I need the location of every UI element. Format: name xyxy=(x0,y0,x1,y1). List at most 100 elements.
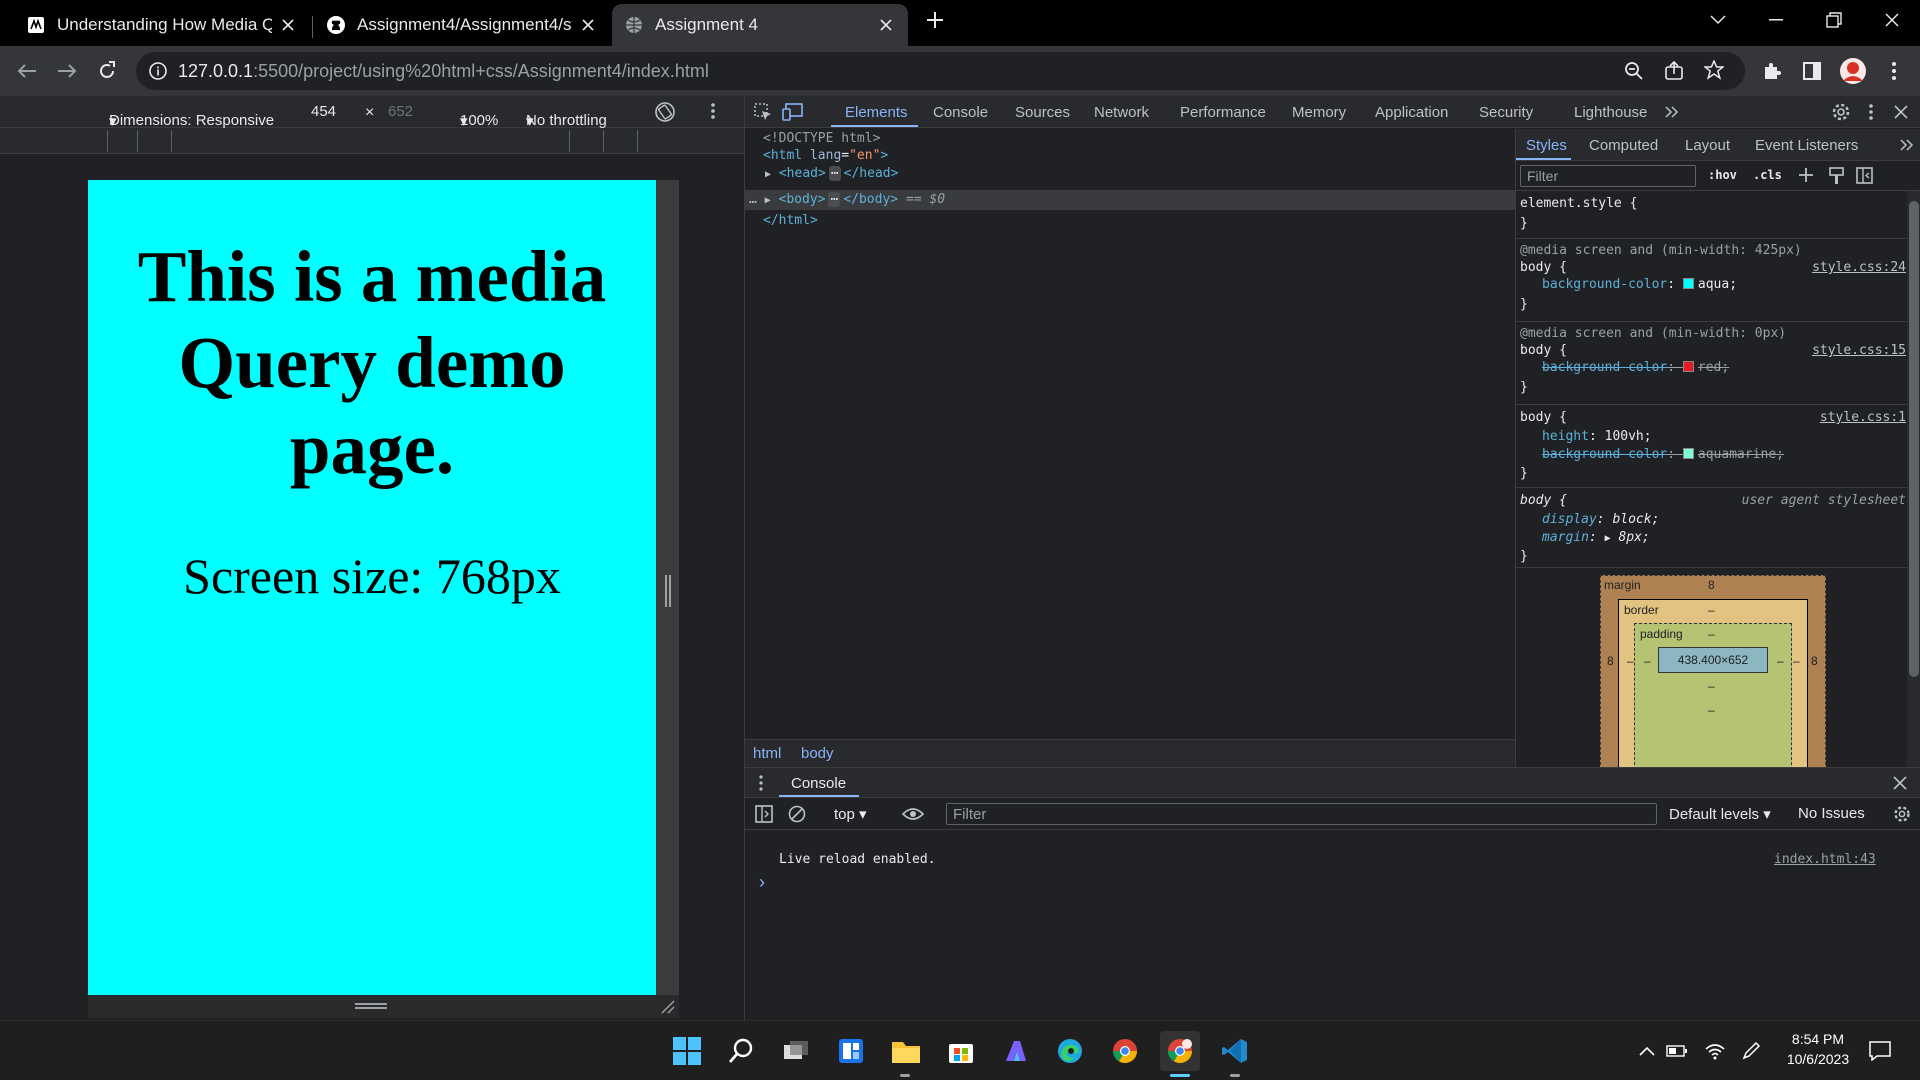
tab-lighthouse[interactable]: Lighthouse xyxy=(1574,104,1647,121)
tab-styles[interactable]: Styles xyxy=(1526,137,1567,154)
declaration-background-color-overridden[interactable]: background-color: aquamarine; xyxy=(1542,447,1784,462)
devtools-menu-icon[interactable] xyxy=(1860,101,1882,123)
console-filter-input[interactable]: Filter xyxy=(946,803,1657,825)
color-swatch[interactable] xyxy=(1682,361,1694,372)
tab-github[interactable]: Assignment4/Assignment4/style.css xyxy=(314,4,610,46)
tab-assignment-4[interactable]: Assignment 4 xyxy=(612,4,908,46)
close-drawer-icon[interactable] xyxy=(1893,776,1907,790)
more-tabs-chevron-icon[interactable] xyxy=(1661,101,1683,123)
close-icon[interactable] xyxy=(578,15,598,35)
forward-button[interactable] xyxy=(51,55,83,87)
styles-filter-input[interactable]: Filter xyxy=(1520,165,1696,187)
breadcrumb-html[interactable]: html xyxy=(753,745,781,762)
tab-application[interactable]: Application xyxy=(1375,104,1448,121)
show-hidden-icons-chevron-icon[interactable] xyxy=(1634,1031,1660,1071)
device-toggle-icon[interactable] xyxy=(782,101,804,123)
rule-user-agent-body[interactable]: body { user agent stylesheet display: bl… xyxy=(1516,488,1912,568)
tab-media-queries[interactable]: Understanding How Media Queries xyxy=(14,4,310,46)
declaration-display[interactable]: display: block; xyxy=(1542,512,1659,527)
live-expression-eye-icon[interactable] xyxy=(902,806,924,822)
avatar[interactable] xyxy=(1837,55,1869,87)
resize-handle-bottom[interactable] xyxy=(88,995,679,1018)
tab-sources[interactable]: Sources xyxy=(1015,104,1070,121)
declaration-margin[interactable]: margin: ▶ 8px; xyxy=(1542,530,1650,545)
share-icon[interactable] xyxy=(1664,61,1684,81)
rule-body[interactable]: body { style.css:1 height: 100vh; backgr… xyxy=(1516,405,1912,488)
close-window-button[interactable] xyxy=(1864,0,1920,40)
rotate-icon[interactable] xyxy=(654,101,676,123)
url-text[interactable]: 127.0.0.1:5500/project/using%20html+css/… xyxy=(178,61,709,82)
task-view-icon[interactable] xyxy=(776,1031,816,1071)
start-windows-icon[interactable] xyxy=(667,1031,707,1071)
tab-search-chevron-down-icon[interactable] xyxy=(1690,0,1746,40)
address-bar[interactable]: 127.0.0.1:5500/project/using%20html+css/… xyxy=(136,52,1745,90)
box-padding[interactable] xyxy=(1634,623,1792,775)
collapsed-ellipsis[interactable]: ⋯ xyxy=(828,192,841,207)
back-button[interactable] xyxy=(11,55,43,87)
console-prompt[interactable]: › xyxy=(759,872,765,893)
toggle-sidebar-icon[interactable] xyxy=(1856,167,1874,185)
microsoft-store-icon[interactable] xyxy=(941,1031,981,1071)
styles-scrollbar-thumb[interactable] xyxy=(1909,201,1919,677)
tab-network[interactable]: Network xyxy=(1094,104,1149,121)
dom-doctype[interactable]: <!DOCTYPE html> xyxy=(763,131,880,146)
tab-security[interactable]: Security xyxy=(1479,104,1533,121)
tab-memory[interactable]: Memory xyxy=(1292,104,1346,121)
info-icon[interactable] xyxy=(148,61,168,81)
close-icon[interactable] xyxy=(278,15,298,35)
console-settings-gear-icon[interactable] xyxy=(1893,805,1911,823)
close-icon[interactable] xyxy=(876,15,896,35)
dom-html-node[interactable]: <html lang="en"> xyxy=(763,148,888,163)
expand-triangle-icon[interactable]: ▶ xyxy=(765,169,771,180)
file-explorer-icon[interactable] xyxy=(886,1031,926,1071)
color-swatch[interactable] xyxy=(1682,278,1694,289)
source-link[interactable]: style.css:24 xyxy=(1812,260,1906,275)
tab-event-listeners[interactable]: Event Listeners xyxy=(1755,137,1858,154)
chrome-profile-app-icon[interactable] xyxy=(1160,1031,1200,1071)
bookmark-star-icon[interactable] xyxy=(1704,60,1724,80)
close-devtools-icon[interactable] xyxy=(1890,101,1912,123)
console-message-source[interactable]: index.html:43 xyxy=(1774,852,1876,867)
resize-handle-right[interactable] xyxy=(656,180,679,995)
console-sidebar-icon[interactable] xyxy=(755,805,773,823)
issues-button[interactable]: No Issues xyxy=(1798,805,1865,822)
tab-console[interactable]: Console xyxy=(933,104,988,121)
search-icon[interactable] xyxy=(721,1031,761,1071)
elements-tree[interactable]: <!DOCTYPE html> <html lang="en"> ▶ <head… xyxy=(745,129,1515,739)
restore-button[interactable] xyxy=(1806,0,1862,40)
pen-icon[interactable] xyxy=(1738,1031,1764,1071)
vscode-icon[interactable] xyxy=(1215,1031,1255,1071)
row-more-icon[interactable]: … xyxy=(749,192,757,207)
battery-icon[interactable] xyxy=(1664,1031,1690,1071)
width-input[interactable]: 454 xyxy=(311,103,336,120)
dom-html-close[interactable]: </html> xyxy=(763,213,818,228)
box-content[interactable]: 438.400×652 xyxy=(1658,647,1768,673)
reload-button[interactable] xyxy=(91,55,123,87)
context-selector[interactable]: top ▾ xyxy=(834,805,867,823)
expand-triangle-icon[interactable]: ▶ xyxy=(1605,533,1611,544)
settings-gear-icon[interactable] xyxy=(1830,101,1852,123)
chrome-icon[interactable] xyxy=(1105,1031,1145,1071)
edge-browser-icon[interactable] xyxy=(1050,1031,1090,1071)
side-panel-icon[interactable] xyxy=(1796,55,1828,87)
cls-toggle[interactable]: .cls xyxy=(1753,168,1782,182)
dom-body-node[interactable]: … ▶ <body> ⋯ </body> == $0 xyxy=(749,192,945,207)
zoom-icon[interactable] xyxy=(1624,61,1644,81)
minimize-button[interactable] xyxy=(1748,0,1804,40)
more-tabs-chevron-icon[interactable] xyxy=(1896,134,1918,156)
extensions-icon[interactable] xyxy=(1756,55,1788,87)
taskbar-clock[interactable]: 8:54 PM 10/6/2023 xyxy=(1783,1031,1853,1067)
source-link[interactable]: style.css:1 xyxy=(1820,410,1906,425)
drawer-tab-console[interactable]: Console xyxy=(791,775,846,792)
tab-performance[interactable]: Performance xyxy=(1180,104,1266,121)
add-rule-icon[interactable] xyxy=(1798,167,1816,185)
rule-media-425[interactable]: @media screen and (min-width: 425px) bod… xyxy=(1516,239,1912,322)
copilot-icon[interactable] xyxy=(996,1031,1036,1071)
browser-menu-icon[interactable] xyxy=(1878,55,1910,87)
drawer-menu-icon[interactable] xyxy=(758,775,764,791)
notifications-icon[interactable] xyxy=(1862,1031,1898,1071)
collapsed-ellipsis[interactable]: ⋯ xyxy=(828,166,841,181)
tab-computed[interactable]: Computed xyxy=(1589,137,1658,154)
log-levels-dropdown[interactable]: Default levels ▾ xyxy=(1669,805,1771,823)
declaration-background-color-overridden[interactable]: background-color: red; xyxy=(1542,360,1729,375)
